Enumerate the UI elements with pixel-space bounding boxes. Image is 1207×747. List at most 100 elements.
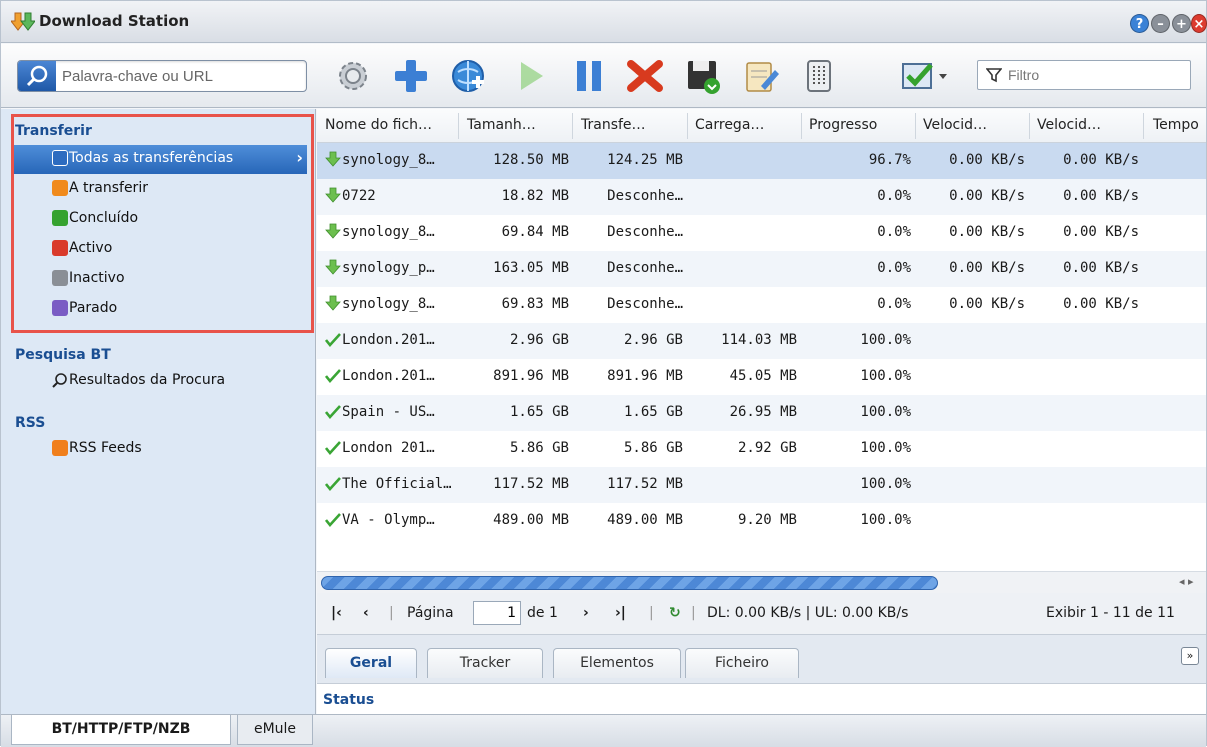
tab-emule[interactable]: eMule <box>237 715 313 745</box>
column-uploaded[interactable]: Carrega… <box>695 117 764 133</box>
table-row[interactable]: Spain - US… 1.65 GB 1.65 GB 26.95 MB 100.0% <box>317 395 1206 431</box>
resume-icon[interactable] <box>509 56 553 96</box>
column-ul-speed[interactable]: Velocid… <box>1037 117 1101 133</box>
tab-elements[interactable]: Elementos <box>553 648 681 678</box>
search-input[interactable] <box>62 65 302 87</box>
last-page-icon[interactable]: ›| <box>615 605 626 621</box>
file-name: synology_8… <box>342 152 435 168</box>
cell-progress: 100.0% <box>860 512 911 528</box>
cell-transferred: 124.25 MB <box>607 152 683 168</box>
prev-page-icon[interactable]: ‹ <box>363 605 369 621</box>
sidebar-item-search-results[interactable]: Resultados da Procura <box>11 367 307 396</box>
maximize-icon[interactable]: + <box>1172 14 1191 33</box>
filter-box[interactable] <box>977 60 1191 90</box>
cell-progress: 96.7% <box>868 152 911 168</box>
check-icon <box>324 439 341 459</box>
scrollbar-thumb[interactable] <box>321 576 938 590</box>
minimize-icon[interactable]: – <box>1151 14 1170 33</box>
table-row[interactable]: synology_p… 163.05 MB Desconhe… 0.0% 0.00 KB… <box>317 251 1206 287</box>
section-rss: RSS <box>15 415 46 431</box>
download-arrow-icon <box>325 259 341 279</box>
column-time[interactable]: Tempo <box>1153 117 1199 133</box>
cell-transferred: 489.00 MB <box>607 512 683 528</box>
file-name: London.201… <box>342 368 435 384</box>
table-row[interactable]: synology_8… 69.83 MB Desconhe… 0.0% 0.00 KB/… <box>317 287 1206 323</box>
pause-icon[interactable] <box>567 56 611 96</box>
cell-size: 18.82 MB <box>501 188 569 204</box>
clear-icon[interactable] <box>797 56 841 96</box>
cell-uploaded: 45.05 MB <box>729 368 797 384</box>
next-page-icon[interactable]: › <box>583 605 589 621</box>
first-page-icon[interactable]: |‹ <box>331 605 342 621</box>
refresh-icon[interactable]: ↻ <box>669 605 681 621</box>
download-arrow-icon <box>325 295 341 315</box>
horizontal-scrollbar[interactable]: ◂ ▸ <box>317 571 1206 593</box>
cell-ul: 0.00 KB/s <box>1063 296 1139 312</box>
cell-size: 2.96 GB <box>509 332 569 348</box>
toolbar <box>1 44 1206 108</box>
filter-input[interactable] <box>1008 65 1184 85</box>
column-dl-speed[interactable]: Velocid… <box>923 117 987 133</box>
cell-progress: 0.0% <box>877 188 911 204</box>
cell-dl: 0.00 KB/s <box>949 260 1025 276</box>
edit-icon[interactable] <box>739 56 783 96</box>
cell-transferred: 117.52 MB <box>607 476 683 492</box>
tab-tracker[interactable]: Tracker <box>427 648 543 678</box>
column-progress[interactable]: Progresso <box>809 117 877 133</box>
cell-progress: 100.0% <box>860 476 911 492</box>
page-input[interactable] <box>473 601 521 625</box>
file-name: synology_p… <box>342 260 435 276</box>
tab-bt-http[interactable]: BT/HTTP/FTP/NZB <box>11 715 231 745</box>
tab-file[interactable]: Ficheiro <box>685 648 799 678</box>
pager: |‹ ‹ | Página de 1 › ›| | ↻ | DL: 0.00 K… <box>317 593 1206 635</box>
sidebar-item-rss-feeds[interactable]: RSS Feeds <box>11 435 307 464</box>
scroll-arrows-icon[interactable]: ◂ ▸ <box>1179 575 1194 588</box>
column-transferred[interactable]: Transfe… <box>581 117 646 133</box>
cell-dl: 0.00 KB/s <box>949 188 1025 204</box>
filter-icon <box>986 68 1002 83</box>
add-icon[interactable] <box>389 56 433 96</box>
select-icon[interactable] <box>897 56 957 96</box>
cell-uploaded: 26.95 MB <box>729 404 797 420</box>
file-name: synology_8… <box>342 296 435 312</box>
display-count: Exibir 1 - 11 de 11 <box>1046 605 1175 621</box>
column-filename[interactable]: Nome do fich… <box>325 117 432 133</box>
gear-icon[interactable] <box>331 56 375 96</box>
table-row[interactable]: London 201… 5.86 GB 5.86 GB 2.92 GB 100.0% <box>317 431 1206 467</box>
cell-transferred: 891.96 MB <box>607 368 683 384</box>
search-icon <box>52 373 67 388</box>
table-row[interactable]: VA - Olymp… 489.00 MB 489.00 MB 9.20 MB 100.… <box>317 503 1206 539</box>
table-row[interactable]: London.201… 891.96 MB 891.96 MB 45.05 MB 100… <box>317 359 1206 395</box>
file-name: London.201… <box>342 332 435 348</box>
table-row[interactable]: London.201… 2.96 GB 2.96 GB 114.03 MB 100.0% <box>317 323 1206 359</box>
close-icon[interactable]: × <box>1191 14 1207 33</box>
speed-summary: DL: 0.00 KB/s | UL: 0.00 KB/s <box>707 605 909 621</box>
table-row[interactable]: synology_8… 69.84 MB Desconhe… 0.0% 0.00 KB/… <box>317 215 1206 251</box>
file-name: London 201… <box>342 440 435 456</box>
delete-icon[interactable] <box>623 56 667 96</box>
cell-ul: 0.00 KB/s <box>1063 152 1139 168</box>
collapse-icon[interactable]: » <box>1181 647 1199 665</box>
cell-progress: 100.0% <box>860 404 911 420</box>
table-row[interactable]: The Official… 117.52 MB 117.52 MB 100.0% <box>317 467 1206 503</box>
file-name: Spain - US… <box>342 404 435 420</box>
column-size[interactable]: Tamanh… <box>467 117 536 133</box>
table-row[interactable]: 0722 18.82 MB Desconhe… 0.0% 0.00 KB/s 0.00 K… <box>317 179 1206 215</box>
cell-progress: 0.0% <box>877 296 911 312</box>
search-icon[interactable] <box>18 61 56 91</box>
cell-size: 117.52 MB <box>493 476 569 492</box>
table-row[interactable]: synology_8… 128.50 MB 124.25 MB 96.7% 0.00 K… <box>317 143 1206 179</box>
cell-size: 891.96 MB <box>493 368 569 384</box>
check-icon <box>324 367 341 387</box>
table-header: Nome do fich… Tamanh… Transfe… Carrega… … <box>317 109 1206 143</box>
cell-transferred: Desconhe… <box>607 296 683 312</box>
download-arrow-icon <box>325 223 341 243</box>
search-box[interactable] <box>17 60 307 92</box>
tab-general[interactable]: Geral <box>325 648 417 678</box>
add-url-icon[interactable] <box>447 56 491 96</box>
help-icon[interactable]: ? <box>1130 14 1149 33</box>
cell-dl: 0.00 KB/s <box>949 152 1025 168</box>
page-label: Página <box>407 605 454 621</box>
save-icon[interactable] <box>681 56 725 96</box>
cell-uploaded: 114.03 MB <box>721 332 797 348</box>
